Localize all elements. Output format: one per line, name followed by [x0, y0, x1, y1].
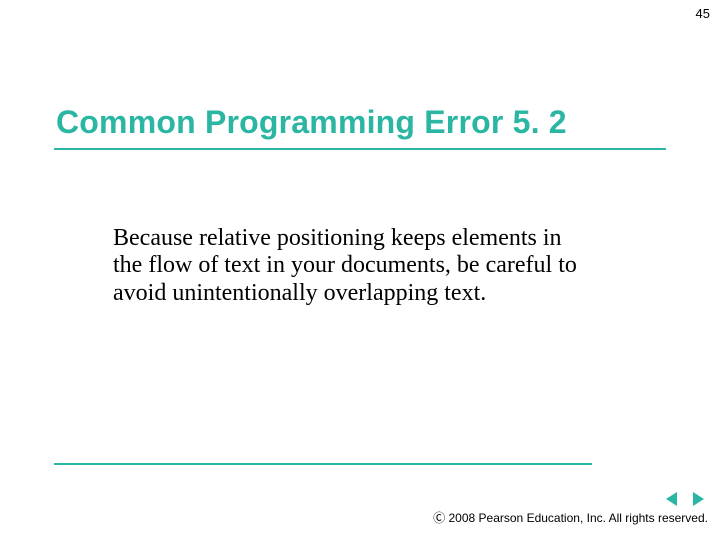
- slide-title: Common Programming Error 5. 2: [56, 104, 567, 141]
- prev-button[interactable]: [662, 490, 682, 508]
- bottom-rule: [54, 463, 592, 465]
- page-number: 45: [696, 6, 710, 21]
- copyright: Ⓒ 2008 Pearson Education, Inc. All right…: [433, 509, 708, 526]
- slide: 45 Common Programming Error 5. 2 Because…: [0, 0, 720, 540]
- nav-controls: [662, 490, 708, 508]
- title-underline: [54, 148, 666, 150]
- body-text: Because relative positioning keeps eleme…: [113, 225, 583, 307]
- triangle-right-icon: [690, 491, 706, 507]
- next-button[interactable]: [688, 490, 708, 508]
- triangle-left-icon: [664, 491, 680, 507]
